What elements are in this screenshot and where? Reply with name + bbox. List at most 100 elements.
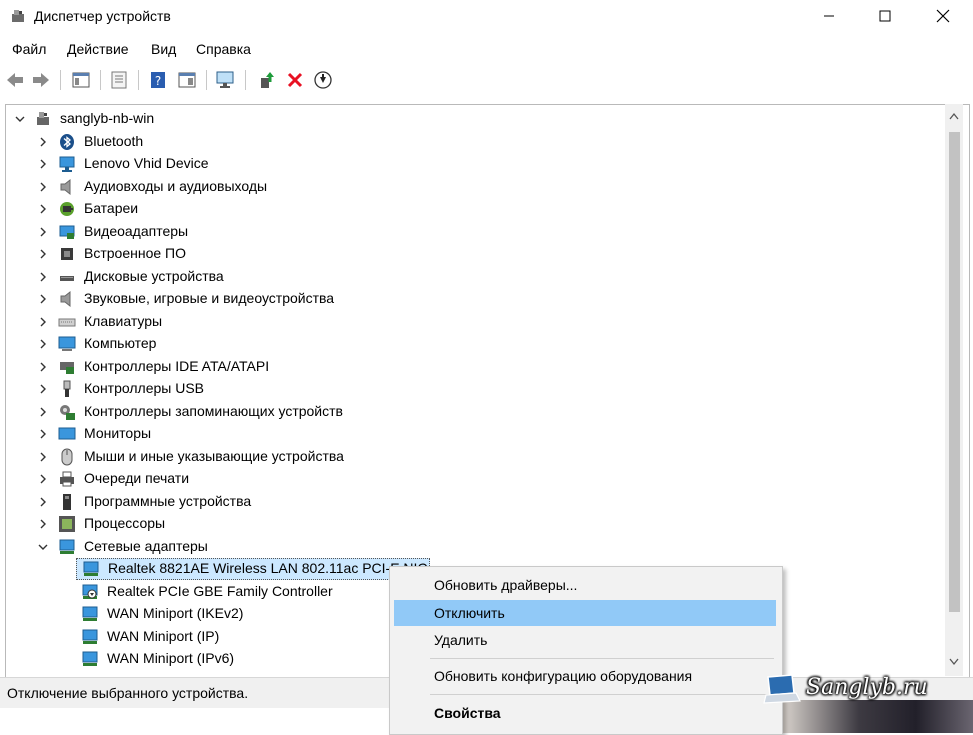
- scrollbar-thumb[interactable]: [949, 132, 960, 612]
- tree-category-row[interactable]: Звуковые, игровые и видеоустройства: [0, 288, 940, 310]
- tree-device-row[interactable]: WAN Miniport (IKEv2): [76, 603, 376, 625]
- vertical-scrollbar[interactable]: [945, 104, 963, 676]
- tree-device-row-selected[interactable]: Realtek 8821AE Wireless LAN 802.11ac PCI…: [76, 558, 430, 580]
- tree-category-row[interactable]: Lenovo Vhid Device: [0, 153, 940, 175]
- tree-category-row[interactable]: Батареи: [0, 198, 940, 220]
- status-text: Отключение выбранного устройства.: [7, 685, 249, 701]
- menu-update-drivers[interactable]: Обновить драйверы...: [394, 572, 776, 598]
- chevron-right-icon[interactable]: [37, 293, 49, 305]
- close-button[interactable]: [920, 0, 966, 32]
- tree-category-row[interactable]: Встроенное ПО: [0, 243, 940, 265]
- network-adapter-icon: [83, 561, 99, 576]
- chevron-right-icon[interactable]: [37, 361, 49, 373]
- view-toggle-button[interactable]: [176, 69, 198, 91]
- tree-category-row-expanded[interactable]: Сетевые адаптеры: [0, 536, 940, 558]
- menu-scan-hardware[interactable]: Обновить конфигурацию оборудования: [394, 663, 776, 689]
- menu-action[interactable]: Действие: [67, 41, 129, 57]
- tree-category-row[interactable]: Аудиовходы и аудиовыходы: [0, 176, 940, 198]
- chevron-right-icon[interactable]: [37, 181, 49, 193]
- chevron-right-icon[interactable]: [37, 316, 49, 328]
- toolbar: ?: [0, 64, 973, 96]
- tree-category-label: Батареи: [84, 200, 139, 216]
- chevron-right-icon[interactable]: [37, 451, 49, 463]
- tree-category-row[interactable]: Видеоадаптеры: [0, 221, 940, 243]
- tree-category-row[interactable]: Программные устройства: [0, 491, 940, 513]
- menu-view[interactable]: Вид: [151, 41, 176, 57]
- menu-uninstall-device[interactable]: Удалить: [394, 627, 776, 653]
- computer-icon: [58, 336, 76, 351]
- toolbar-separator: [60, 70, 61, 90]
- tree-category-row[interactable]: Контроллеры IDE ATA/ATAPI: [0, 356, 940, 378]
- view-pane-icon: [178, 72, 196, 88]
- tree-device-row[interactable]: WAN Miniport (IP): [76, 626, 376, 648]
- chevron-right-icon[interactable]: [37, 338, 49, 350]
- update-driver-button[interactable]: [255, 69, 277, 91]
- disable-device-button[interactable]: [312, 69, 334, 91]
- tree-root-row[interactable]: sanglyb-nb-win: [0, 108, 940, 130]
- tree-category-label: Программные устройства: [84, 493, 252, 509]
- properties-button[interactable]: [108, 69, 130, 91]
- menu-file[interactable]: Файл: [12, 41, 46, 57]
- chevron-right-icon[interactable]: [37, 136, 49, 148]
- uninstall-device-button[interactable]: [284, 69, 306, 91]
- menu-item-label: Обновить конфигурацию оборудования: [434, 668, 693, 684]
- toolbar-separator: [206, 70, 207, 90]
- menu-item-label: Отключить: [434, 605, 505, 621]
- tree-category-row[interactable]: Контроллеры запоминающих устройств: [0, 401, 940, 423]
- tree-device-label: Realtek 8821AE Wireless LAN 802.11ac PCI…: [108, 560, 428, 576]
- tree-category-label: Bluetooth: [84, 133, 144, 149]
- chevron-right-icon[interactable]: [37, 226, 49, 238]
- menu-properties[interactable]: Свойства: [394, 700, 776, 726]
- tree-category-row[interactable]: Компьютер: [0, 333, 940, 355]
- chevron-right-icon[interactable]: [37, 428, 49, 440]
- chevron-down-icon[interactable]: [37, 541, 49, 553]
- scroll-down-icon[interactable]: [949, 658, 959, 666]
- menu-separator: [430, 658, 774, 659]
- tree-category-row[interactable]: Дисковые устройства: [0, 266, 940, 288]
- show-hide-console-tree-button[interactable]: [70, 69, 92, 91]
- chevron-right-icon[interactable]: [37, 248, 49, 260]
- scroll-up-icon[interactable]: [949, 112, 959, 120]
- chevron-right-icon[interactable]: [37, 271, 49, 283]
- tree-category-row[interactable]: Контроллеры USB: [0, 378, 940, 400]
- minimize-button[interactable]: [806, 0, 852, 32]
- tree-category-label: Мыши и иные указывающие устройства: [84, 448, 344, 464]
- chevron-right-icon[interactable]: [37, 473, 49, 485]
- chevron-right-icon[interactable]: [37, 383, 49, 395]
- tree-category-row[interactable]: Мониторы: [0, 423, 940, 445]
- forward-arrow-icon: [33, 73, 49, 87]
- network-adapter-icon: [82, 651, 98, 666]
- menu-item-label: Обновить драйверы...: [434, 577, 578, 593]
- mouse-icon: [61, 448, 73, 466]
- chevron-down-icon[interactable]: [14, 113, 26, 125]
- tree-category-label: Lenovo Vhid Device: [84, 155, 209, 171]
- menu-item-label: Удалить: [434, 632, 488, 648]
- device-manager-icon: [12, 10, 24, 22]
- tree-device-row[interactable]: WAN Miniport (IPv6): [76, 648, 376, 670]
- chevron-right-icon[interactable]: [37, 406, 49, 418]
- chevron-right-icon[interactable]: [37, 158, 49, 170]
- tree-category-label: Сетевые адаптеры: [84, 538, 208, 554]
- menu-help[interactable]: Справка: [196, 41, 251, 57]
- tree-category-row[interactable]: Очереди печати: [0, 468, 940, 490]
- tree-root-label: sanglyb-nb-win: [60, 110, 155, 126]
- close-icon: [936, 9, 950, 23]
- chevron-right-icon[interactable]: [37, 496, 49, 508]
- scan-hardware-button[interactable]: [215, 69, 237, 91]
- network-adapter-icon: [82, 606, 98, 621]
- chevron-right-icon[interactable]: [37, 518, 49, 530]
- help-button[interactable]: ?: [147, 69, 169, 91]
- back-button[interactable]: [4, 69, 26, 91]
- maximize-button[interactable]: [862, 0, 908, 32]
- tree-device-row[interactable]: Realtek PCIe GBE Family Controller: [76, 581, 396, 603]
- help-icon: ?: [151, 72, 165, 88]
- chevron-right-icon[interactable]: [37, 203, 49, 215]
- watermark-text: Sanglyb.ru: [806, 675, 928, 700]
- tree-category-row[interactable]: Клавиатуры: [0, 311, 940, 333]
- tree-category-row[interactable]: Процессоры: [0, 513, 940, 535]
- svg-text:?: ?: [155, 74, 161, 88]
- tree-category-row[interactable]: Bluetooth: [0, 131, 940, 153]
- forward-button[interactable]: [30, 69, 52, 91]
- menu-disable-device[interactable]: Отключить: [394, 600, 776, 626]
- tree-category-row[interactable]: Мыши и иные указывающие устройства: [0, 446, 940, 468]
